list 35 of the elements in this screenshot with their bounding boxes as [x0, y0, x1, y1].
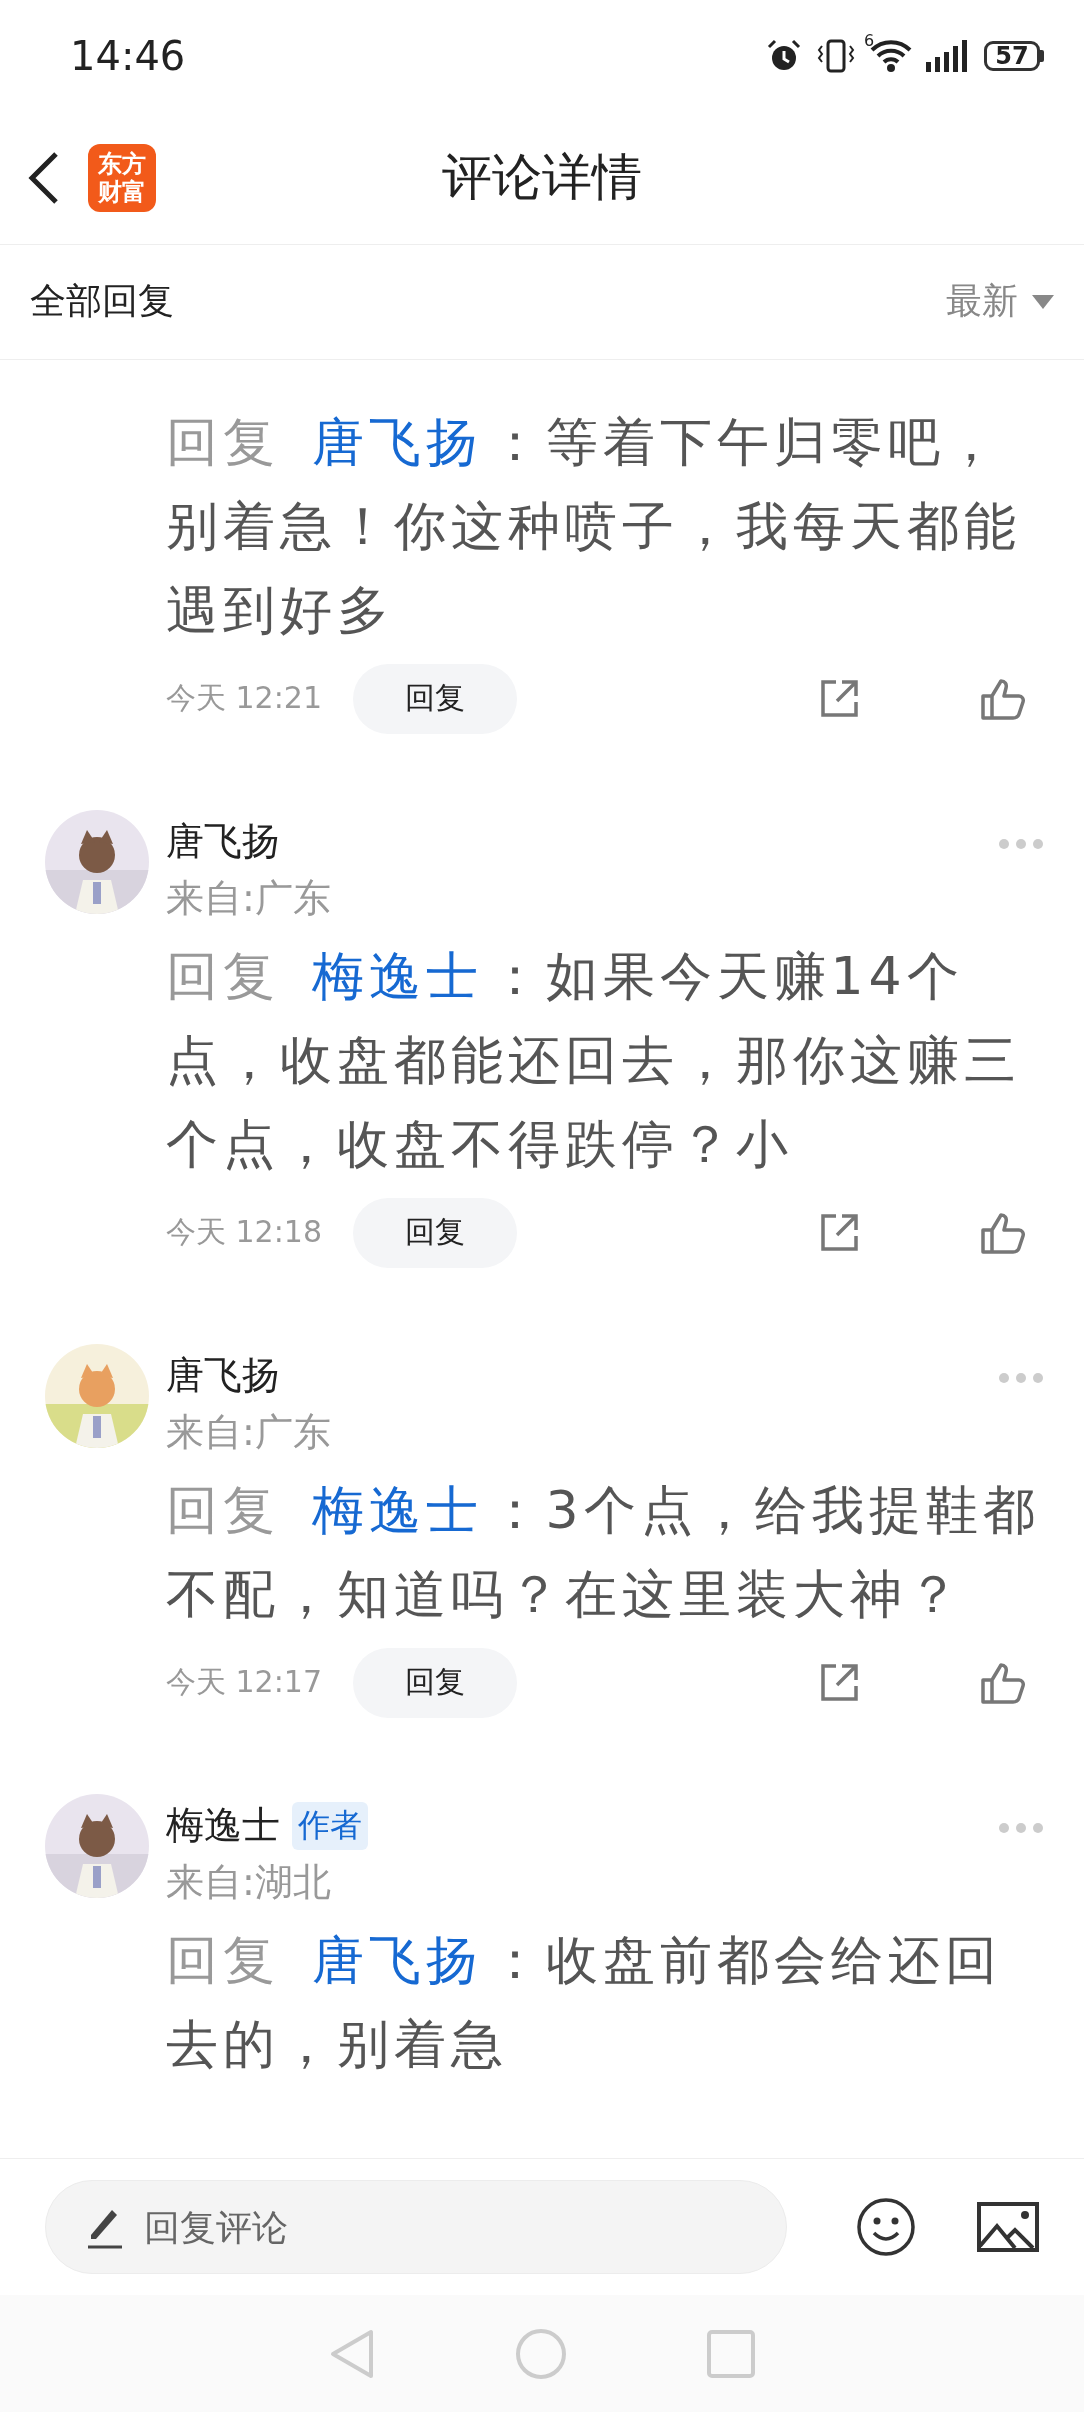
emoji-icon[interactable]: [857, 2198, 915, 2257]
share-icon[interactable]: [818, 1661, 860, 1704]
app-logo: 东方 财富: [88, 143, 156, 212]
comment-text: 回复 唐飞扬：收盘前都会给还回去的，别着急: [166, 1928, 1003, 2076]
user-name[interactable]: 唐飞扬: [166, 1350, 280, 1402]
user-name[interactable]: 梅逸士: [166, 1800, 280, 1852]
reply-field[interactable]: 回复评论: [45, 2180, 787, 2275]
share-icon[interactable]: [818, 677, 860, 720]
comment-text: 回复 唐飞扬：等着下午归零吧，别着急！你这种喷子，我每天都能遇到好多: [166, 410, 1022, 642]
thumbs-up-icon[interactable]: [980, 1661, 1026, 1704]
reply-button[interactable]: 回复: [353, 1197, 517, 1268]
thumbs-up-icon[interactable]: [980, 677, 1026, 720]
comment-text: 回复 梅逸士：3个点，给我提鞋都不配，知道吗？在这里装大神？: [166, 1478, 1041, 1626]
sort-dropdown[interactable]: 最新: [946, 277, 1054, 327]
user-location: 来自:湖北: [166, 1858, 332, 1906]
caret-icon: [1032, 294, 1054, 309]
user-location: 来自:广东: [166, 1408, 332, 1456]
section-label: 全部回复: [30, 279, 175, 324]
user-name[interactable]: 唐飞扬: [166, 816, 280, 868]
comment-time: 今天 12:18: [166, 1213, 323, 1252]
vibrate-icon: [816, 37, 856, 74]
signal-icon: [926, 39, 970, 72]
comment-time: 今天 12:21: [166, 679, 323, 718]
reply-button[interactable]: 回复: [353, 663, 517, 734]
author-badge: 作者: [292, 1801, 368, 1850]
comment-time: 今天 12:17: [166, 1663, 323, 1702]
thumbs-up-icon[interactable]: [980, 1211, 1026, 1254]
user-location: 来自:广东: [166, 874, 332, 922]
page-title: 评论详情: [442, 147, 642, 209]
status-time: 14:46: [70, 32, 186, 79]
reply-button[interactable]: 回复: [353, 1647, 517, 1718]
network-label: 6: [864, 30, 875, 50]
comment-text: 回复 梅逸士：如果今天赚14个点，收盘都能还回去，那你这赚三个点，收盘不得跌停？小: [166, 944, 1022, 1176]
share-icon[interactable]: [818, 1211, 860, 1254]
image-icon[interactable]: [977, 2202, 1039, 2253]
